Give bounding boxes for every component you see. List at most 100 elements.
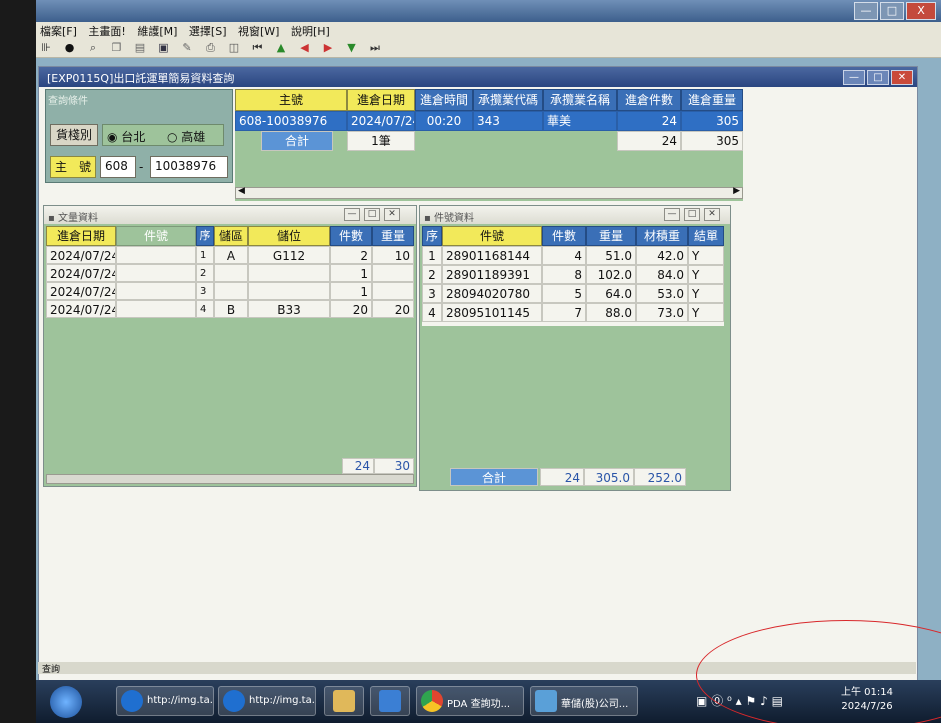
col-in-date[interactable]: 進倉日期 — [347, 89, 415, 111]
table-cell[interactable] — [214, 282, 248, 300]
piece-col-weight[interactable]: 重量 — [586, 226, 636, 246]
table-cell[interactable] — [248, 264, 330, 282]
table-cell[interactable]: 1 — [196, 246, 214, 264]
scroll-left-icon[interactable]: ◀ — [238, 186, 245, 196]
table-cell[interactable] — [372, 282, 414, 300]
row-forwarder-code[interactable]: 343 — [473, 111, 543, 131]
back-icon[interactable]: ◀ — [297, 40, 313, 56]
table-row[interactable]: 1 — [422, 246, 442, 265]
col-master-no[interactable]: 主號 — [235, 89, 347, 111]
vol-col-date[interactable]: 進倉日期 — [46, 226, 116, 246]
taskbar-item-ie-2[interactable]: http://img.ta... — [218, 686, 316, 716]
master-no-input[interactable]: 10038976 — [150, 156, 228, 178]
taskbar-item-chrome[interactable]: PDA 查詢功... — [416, 686, 524, 716]
vol-col-weight[interactable]: 重量 — [372, 226, 414, 246]
table-cell[interactable]: 3 — [196, 282, 214, 300]
radio-taipei[interactable]: ◉ 台北 — [107, 128, 145, 145]
end-icon[interactable]: ⏭ — [367, 40, 383, 56]
vol-col-piece-no[interactable]: 件號 — [116, 226, 196, 246]
table-cell[interactable]: 42.0 — [636, 246, 688, 265]
table-cell[interactable]: 4 — [196, 300, 214, 318]
table-cell[interactable]: 88.0 — [586, 303, 636, 322]
table-cell[interactable]: 2 — [196, 264, 214, 282]
table-cell[interactable]: Y — [688, 303, 724, 322]
volume-close-button[interactable]: ✕ — [384, 208, 400, 221]
piece-col-closed[interactable]: 結單 — [688, 226, 724, 246]
piece-col-pieces[interactable]: 件數 — [542, 226, 586, 246]
table-cell[interactable]: 20 — [330, 300, 372, 318]
piece-col-volume[interactable]: 材積重 — [636, 226, 688, 246]
col-forwarder-name[interactable]: 承攬業名稱 — [543, 89, 617, 111]
table-cell[interactable]: A — [214, 246, 248, 264]
piece-close-button[interactable]: ✕ — [704, 208, 720, 221]
table-row[interactable]: 3 — [422, 284, 442, 303]
warehouse-button[interactable]: 貨棧別 — [50, 124, 98, 146]
main-grid-hscrollbar[interactable]: ◀ ▶ — [235, 186, 743, 199]
table-cell[interactable]: 10 — [372, 246, 414, 264]
row-in-pieces[interactable]: 24 — [617, 111, 681, 131]
print-icon[interactable]: ⎙ — [203, 40, 219, 56]
row-in-weight[interactable]: 305 — [681, 111, 743, 131]
col-in-pieces[interactable]: 進倉件數 — [617, 89, 681, 111]
vol-col-zone[interactable]: 儲區 — [214, 226, 248, 246]
taskbar-item-app[interactable]: 華儲(股)公司... — [530, 686, 638, 716]
table-cell[interactable]: 51.0 — [586, 246, 636, 265]
network-icon[interactable]: ▣ — [696, 694, 707, 708]
record-icon[interactable]: ● — [62, 40, 78, 56]
last-icon[interactable]: ▼ — [344, 40, 360, 56]
table-cell[interactable]: Y — [688, 284, 724, 303]
table-cell[interactable]: 20 — [372, 300, 414, 318]
row-master-no[interactable]: 608-10038976 — [235, 111, 347, 131]
table-cell[interactable]: G112 — [248, 246, 330, 264]
piece-col-no[interactable]: 件號 — [442, 226, 542, 246]
table-cell[interactable]: 28095101145 — [442, 303, 542, 322]
start-button[interactable] — [50, 686, 82, 718]
table-cell[interactable]: 2 — [330, 246, 372, 264]
table-cell[interactable]: 28901189391 — [442, 265, 542, 284]
table-row[interactable]: 2 — [422, 265, 442, 284]
table-cell[interactable]: B — [214, 300, 248, 318]
first-icon[interactable]: ⏮ — [250, 40, 266, 56]
table-cell[interactable]: Y — [688, 265, 724, 284]
print-setup-icon[interactable]: ▤ — [132, 40, 148, 56]
close-button[interactable]: X — [906, 2, 936, 20]
copy-icon[interactable]: ❐ — [109, 40, 125, 56]
table-row[interactable]: 4 — [422, 303, 442, 322]
table-cell[interactable]: 28094020780 — [442, 284, 542, 303]
next-icon[interactable]: ▶ — [320, 40, 336, 56]
table-row[interactable]: 2024/07/24 — [46, 300, 116, 318]
taskbar-item-explorer[interactable] — [324, 686, 364, 716]
child-close-button[interactable]: ✕ — [891, 70, 913, 85]
search-icon[interactable]: ⌕ — [85, 40, 101, 56]
table-row[interactable]: 2024/07/24 — [46, 282, 116, 300]
col-in-time[interactable]: 進倉時間 — [415, 89, 473, 111]
taskbar-item-ie-1[interactable]: http://img.ta... — [116, 686, 214, 716]
table-row[interactable]: 2024/07/24 — [46, 246, 116, 264]
table-row[interactable]: 2024/07/24 — [46, 264, 116, 282]
child-maximize-button[interactable]: □ — [867, 70, 889, 85]
table-cell[interactable] — [214, 264, 248, 282]
save-icon[interactable]: ▣ — [156, 40, 172, 56]
table-cell[interactable]: 64.0 — [586, 284, 636, 303]
vol-col-location[interactable]: 儲位 — [248, 226, 330, 246]
table-cell[interactable]: B33 — [248, 300, 330, 318]
row-in-time[interactable]: 00:20 — [415, 111, 473, 131]
maximize-button[interactable]: □ — [880, 2, 904, 20]
table-cell[interactable]: 8 — [542, 265, 586, 284]
table-cell[interactable]: 102.0 — [586, 265, 636, 284]
table-cell[interactable]: 53.0 — [636, 284, 688, 303]
table-cell[interactable] — [116, 282, 196, 300]
table-cell[interactable]: 73.0 — [636, 303, 688, 322]
table-cell[interactable]: 4 — [542, 246, 586, 265]
scroll-right-icon[interactable]: ▶ — [733, 186, 740, 196]
table-cell[interactable]: 7 — [542, 303, 586, 322]
table-cell[interactable] — [116, 300, 196, 318]
piece-maximize-button[interactable]: □ — [684, 208, 700, 221]
table-cell[interactable]: 84.0 — [636, 265, 688, 284]
col-forwarder-code[interactable]: 承攬業代碼 — [473, 89, 543, 111]
volume-minimize-button[interactable]: — — [344, 208, 360, 221]
master-prefix-input[interactable]: 608 — [100, 156, 136, 178]
minimize-button[interactable]: — — [854, 2, 878, 20]
table-cell[interactable] — [116, 264, 196, 282]
table-cell[interactable]: Y — [688, 246, 724, 265]
